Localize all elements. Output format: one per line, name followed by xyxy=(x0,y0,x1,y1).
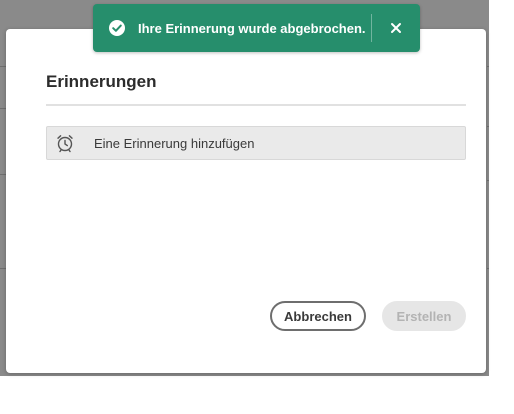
backdrop-divider xyxy=(487,268,489,269)
toast-message: Ihre Erinnerung wurde abgebrochen. xyxy=(138,20,366,36)
reminders-dialog: Erinnerungen Eine Erinnerung hinzufügen … xyxy=(6,29,486,373)
check-circle-icon xyxy=(108,19,126,37)
cancel-button[interactable]: Abbrechen xyxy=(270,301,366,331)
success-toast: Ihre Erinnerung wurde abgebrochen. xyxy=(93,4,420,52)
alarm-clock-icon xyxy=(55,133,75,153)
title-divider xyxy=(46,104,466,106)
toast-divider xyxy=(371,14,372,42)
backdrop-divider xyxy=(487,66,489,67)
backdrop-divider xyxy=(487,126,489,127)
dialog-title: Erinnerungen xyxy=(46,72,157,91)
create-button[interactable]: Erstellen xyxy=(382,301,466,331)
add-reminder-button[interactable]: Eine Erinnerung hinzufügen xyxy=(46,126,466,160)
add-reminder-label: Eine Erinnerung hinzufügen xyxy=(94,135,255,151)
backdrop-divider xyxy=(487,180,489,181)
close-icon[interactable] xyxy=(385,18,407,38)
